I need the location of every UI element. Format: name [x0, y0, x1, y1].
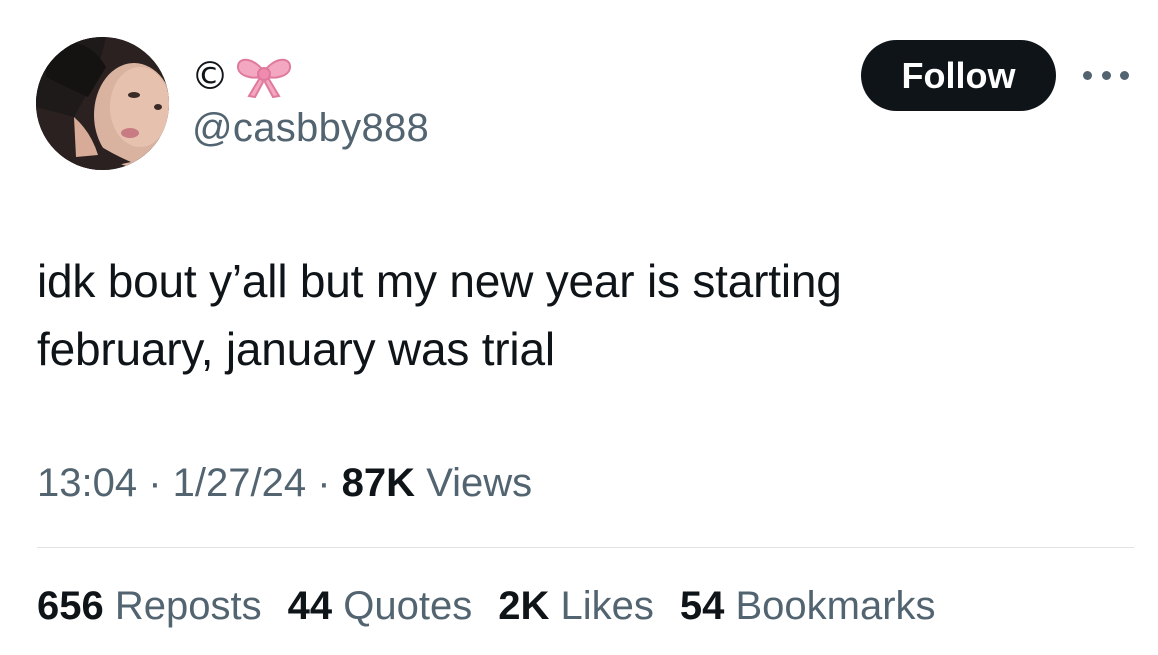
tweet-line: idk bout y’all but my new year is starti… — [37, 255, 842, 307]
tweet-date[interactable]: 1/27/24 — [173, 461, 306, 505]
bookmarks-stat[interactable]: 54 Bookmarks — [680, 584, 936, 629]
display-name-text: © — [191, 54, 229, 98]
avatar-image — [36, 37, 169, 170]
divider — [37, 547, 1134, 548]
tweet-text: idk bout y’all but my new year is starti… — [37, 247, 1117, 383]
reposts-stat[interactable]: 656 Reposts — [37, 584, 262, 629]
tweet-line: february, january was trial — [37, 323, 555, 375]
quotes-stat[interactable]: 44 Quotes — [288, 584, 473, 629]
meta-separator: · — [137, 461, 173, 505]
views-label: Views — [426, 461, 533, 505]
bookmarks-label: Bookmarks — [735, 584, 936, 628]
more-dot — [1120, 70, 1129, 80]
ribbon-bow-icon — [235, 52, 293, 100]
avatar[interactable] — [36, 37, 169, 170]
quotes-count: 44 — [287, 584, 333, 628]
likes-stat[interactable]: 2K Likes — [498, 584, 654, 629]
likes-count: 2K — [498, 584, 550, 628]
reposts-count: 656 — [37, 584, 104, 628]
engagement-stats: 656 Reposts 44 Quotes 2K Likes 54 Bookma… — [37, 584, 936, 629]
bookmarks-count: 54 — [679, 584, 725, 628]
more-dot — [1101, 70, 1111, 80]
views-count: 87K — [341, 461, 416, 505]
more-horizontal-icon[interactable] — [1083, 66, 1129, 84]
tweet-time[interactable]: 13:04 — [37, 461, 137, 505]
quotes-label: Quotes — [343, 584, 473, 628]
likes-label: Likes — [560, 584, 654, 628]
meta-separator: · — [306, 461, 342, 505]
tweet-meta: 13:04 · 1/27/24 · 87K Views — [37, 461, 532, 506]
display-name[interactable]: © — [191, 50, 293, 102]
more-dot — [1083, 70, 1092, 80]
user-handle[interactable]: @casbby888 — [192, 106, 429, 151]
reposts-label: Reposts — [114, 584, 262, 628]
follow-button[interactable]: Follow — [861, 40, 1056, 111]
